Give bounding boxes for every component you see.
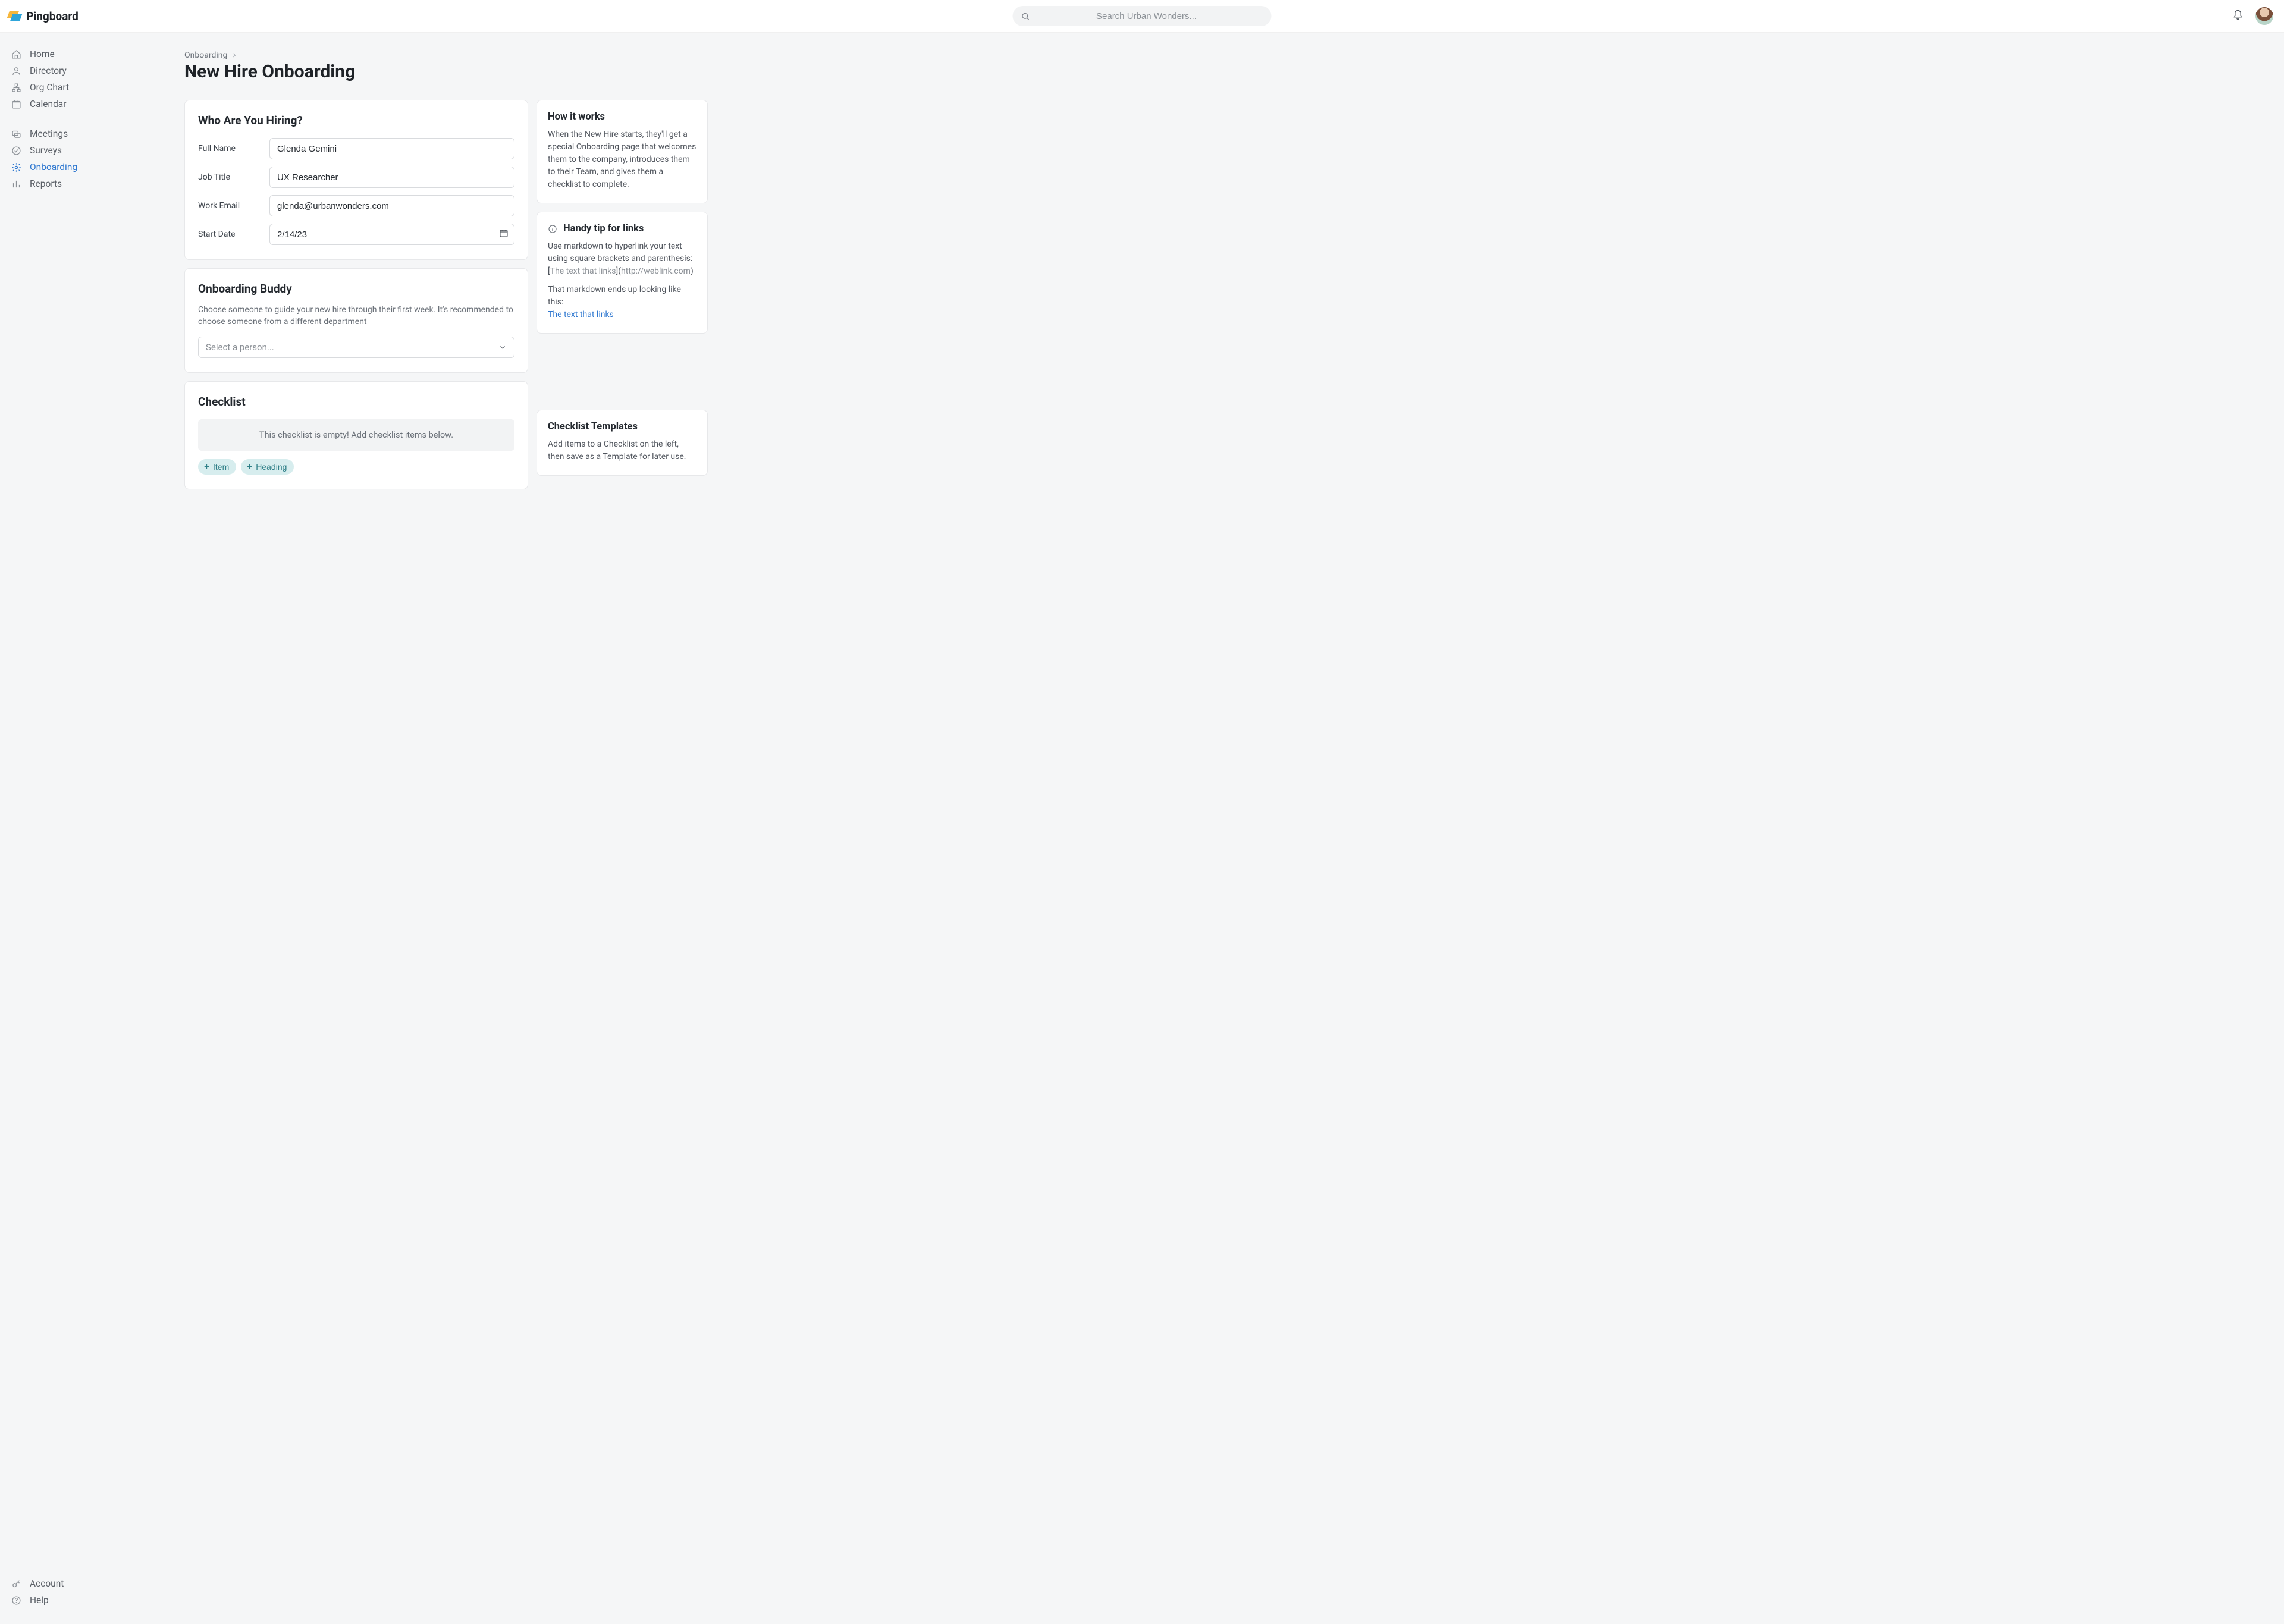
- job-title-input[interactable]: [269, 167, 514, 188]
- right-column: How it works When the New Hire starts, t…: [537, 100, 708, 476]
- brand[interactable]: Pingboard: [8, 10, 79, 23]
- sidebar-item-label: Reports: [30, 178, 62, 189]
- calendar-icon[interactable]: [499, 228, 509, 240]
- card-hiring: Who Are You Hiring? Full Name Job Title …: [184, 100, 528, 260]
- reports-icon: [11, 179, 21, 189]
- section-title: Checklist: [198, 395, 514, 409]
- help-icon: [11, 1595, 21, 1606]
- card-checklist-templates: Checklist Templates Add items to a Check…: [537, 410, 708, 476]
- sidebar-item-orgchart[interactable]: Org Chart: [0, 79, 126, 96]
- card-checklist: Checklist This checklist is empty! Add c…: [184, 381, 528, 489]
- global-search[interactable]: [1013, 6, 1272, 26]
- full-name-input[interactable]: [269, 138, 514, 159]
- brand-name: Pingboard: [26, 10, 79, 23]
- chevron-right-icon: [231, 52, 238, 59]
- start-date-input[interactable]: [269, 224, 514, 245]
- sidebar-item-label: Directory: [30, 65, 67, 76]
- card-onboarding-buddy: Onboarding Buddy Choose someone to guide…: [184, 268, 528, 373]
- chip-label: Item: [213, 462, 229, 472]
- sidebar-item-surveys[interactable]: Surveys: [0, 142, 126, 159]
- notifications-button[interactable]: [2232, 10, 2244, 23]
- sidebar-item-directory[interactable]: Directory: [0, 62, 126, 79]
- sidebar-item-label: Home: [30, 49, 55, 59]
- sidebar-item-onboarding[interactable]: Onboarding: [0, 159, 126, 175]
- info-icon: [548, 224, 557, 234]
- aside-title: Checklist Templates: [548, 421, 697, 432]
- sidebar-item-meetings[interactable]: Meetings: [0, 125, 126, 142]
- add-heading-button[interactable]: Heading: [241, 459, 294, 475]
- sidebar-item-label: Account: [30, 1578, 64, 1589]
- aside-body: Add items to a Checklist on the left, th…: [548, 438, 697, 463]
- topbar: Pingboard: [0, 0, 2284, 33]
- breadcrumb: Onboarding: [184, 51, 708, 60]
- sidebar-item-label: Surveys: [30, 145, 62, 156]
- surveys-icon: [11, 146, 21, 156]
- user-avatar[interactable]: [2255, 7, 2273, 25]
- work-email-input[interactable]: [269, 195, 514, 216]
- field-start-date: Start Date: [198, 224, 514, 245]
- section-title: Onboarding Buddy: [198, 282, 514, 296]
- sidebar-item-account[interactable]: Account: [0, 1575, 126, 1592]
- field-job-title: Job Title: [198, 167, 514, 188]
- main-content: Onboarding New Hire Onboarding Who Are Y…: [126, 33, 2284, 1624]
- plus-icon: [246, 463, 253, 470]
- aside-title: Handy tip for links: [563, 223, 644, 234]
- key-icon: [11, 1579, 21, 1589]
- onboarding-icon: [11, 162, 21, 172]
- select-placeholder: Select a person...: [206, 342, 274, 353]
- aside-body: When the New Hire starts, they'll get a …: [548, 128, 697, 191]
- field-label: Work Email: [198, 201, 258, 211]
- topbar-right: [2232, 7, 2273, 25]
- tip-example: [The text that links](http://weblink.com…: [548, 265, 697, 278]
- sidebar-item-home[interactable]: Home: [0, 46, 126, 62]
- help-text: Choose someone to guide your new hire th…: [198, 304, 514, 328]
- bell-icon: [2232, 10, 2244, 21]
- buddy-select[interactable]: Select a person...: [198, 337, 514, 358]
- field-work-email: Work Email: [198, 195, 514, 216]
- plus-icon: [203, 463, 211, 470]
- breadcrumb-root[interactable]: Onboarding: [184, 51, 227, 60]
- sidebar-item-label: Meetings: [30, 128, 68, 139]
- field-label: Start Date: [198, 230, 258, 239]
- left-column: Who Are You Hiring? Full Name Job Title …: [184, 100, 528, 489]
- sidebar-item-label: Onboarding: [30, 162, 77, 172]
- chevron-down-icon: [498, 343, 507, 351]
- orgchart-icon: [11, 83, 21, 93]
- sidebar-item-reports[interactable]: Reports: [0, 175, 126, 192]
- field-label: Full Name: [198, 144, 258, 153]
- sidebar-item-label: Calendar: [30, 99, 67, 109]
- field-label: Job Title: [198, 172, 258, 182]
- home-icon: [11, 49, 21, 59]
- meetings-icon: [11, 129, 21, 139]
- page-title: New Hire Onboarding: [184, 61, 708, 82]
- sidebar: Home Directory Org Chart Calendar Meetin…: [0, 33, 126, 1624]
- checklist-empty-message: This checklist is empty! Add checklist i…: [198, 419, 514, 451]
- calendar-icon: [11, 99, 21, 109]
- tip-example-link[interactable]: The text that links: [548, 310, 614, 319]
- sidebar-item-help[interactable]: Help: [0, 1592, 126, 1609]
- sidebar-item-calendar[interactable]: Calendar: [0, 96, 126, 112]
- card-tip-links: Handy tip for links Use markdown to hype…: [537, 212, 708, 334]
- card-how-it-works: How it works When the New Hire starts, t…: [537, 100, 708, 203]
- add-item-button[interactable]: Item: [198, 459, 236, 475]
- tip-line1: Use markdown to hyperlink your text usin…: [548, 240, 697, 265]
- tip-line2: That markdown ends up looking like this:: [548, 284, 697, 309]
- search-input[interactable]: [1030, 11, 1263, 21]
- person-icon: [11, 66, 21, 76]
- field-full-name: Full Name: [198, 138, 514, 159]
- search-icon: [1021, 12, 1030, 21]
- section-title: Who Are You Hiring?: [198, 114, 514, 127]
- chip-label: Heading: [256, 462, 287, 472]
- aside-title: How it works: [548, 111, 697, 122]
- sidebar-item-label: Help: [30, 1595, 49, 1606]
- sidebar-item-label: Org Chart: [30, 82, 69, 93]
- brand-logo-icon: [8, 11, 21, 21]
